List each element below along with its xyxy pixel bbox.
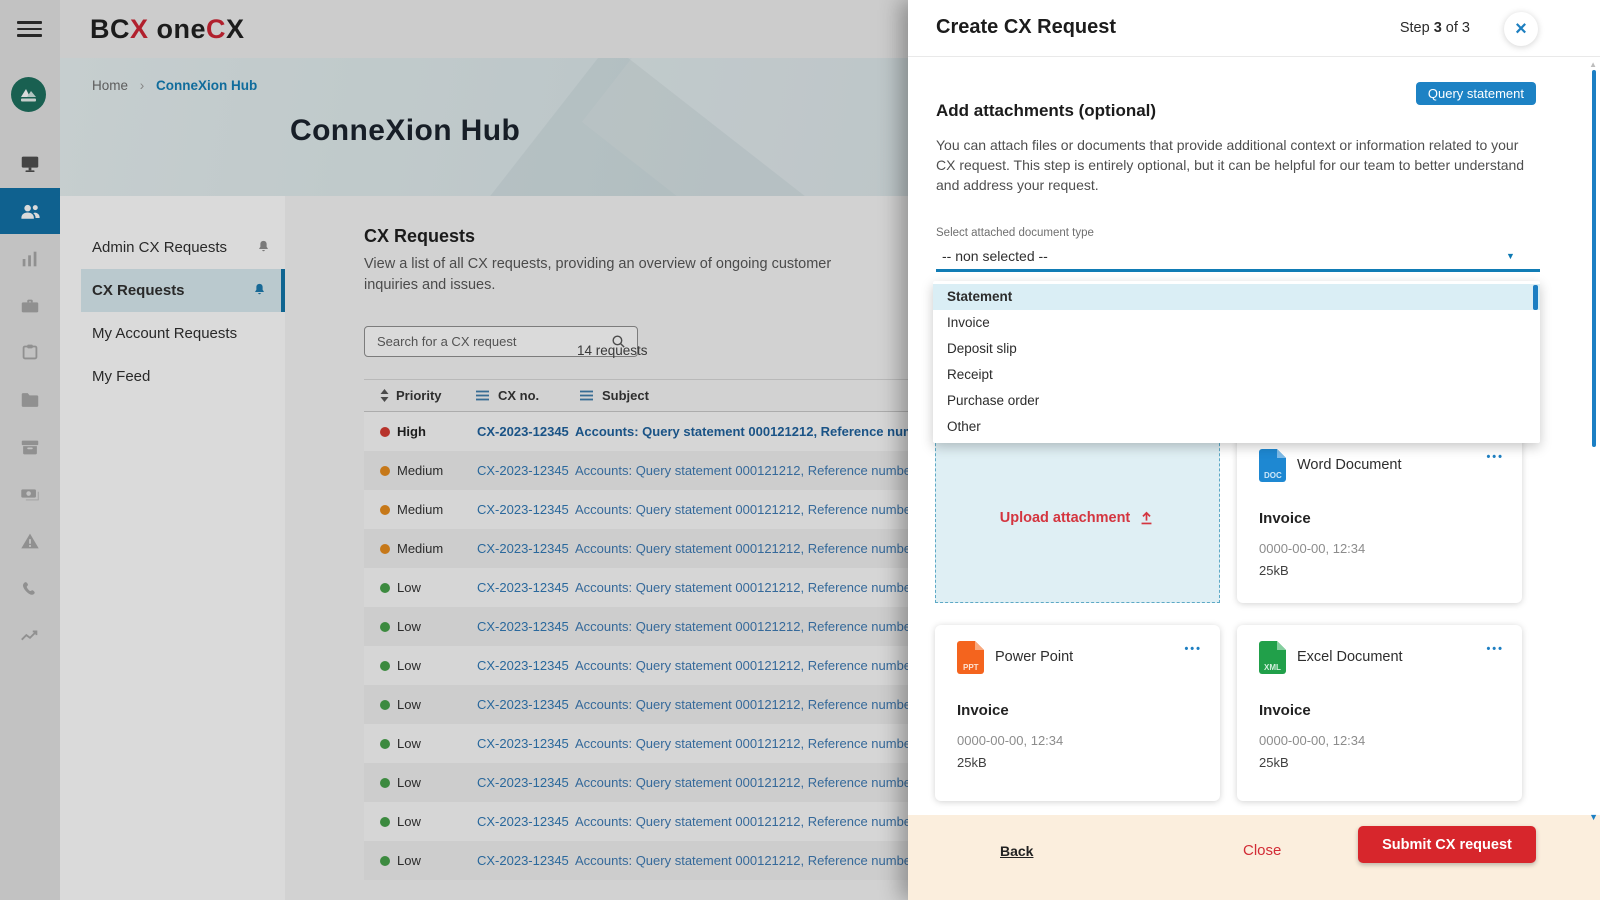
close-drawer-button[interactable]: Close (1243, 842, 1281, 859)
select-underline (936, 269, 1540, 272)
scrollbar-thumb[interactable] (1592, 70, 1596, 447)
attachment-type: Power Point (995, 649, 1073, 665)
attachment-title: Invoice (1259, 510, 1311, 527)
attachment-datetime: 0000-00-00, 12:34 (1259, 541, 1365, 556)
create-cx-request-drawer: Create CX Request Step 3 of 3 × Query st… (908, 0, 1600, 900)
step-indicator: Step 3 of 3 (1400, 20, 1470, 36)
dropdown-option-receipt[interactable]: Receipt (933, 362, 1540, 388)
dropdown-option-statement[interactable]: Statement (933, 284, 1540, 310)
svg-text:DOC: DOC (1264, 471, 1282, 480)
drawer-title: Create CX Request (936, 16, 1116, 39)
attachment-type: Excel Document (1297, 649, 1403, 665)
more-options-icon[interactable]: ••• (1486, 643, 1504, 655)
upload-attachment-dropzone[interactable]: Upload attachment (935, 433, 1220, 603)
attachment-datetime: 0000-00-00, 12:34 (1259, 733, 1365, 748)
attachments-description: You can attach files or documents that p… (936, 135, 1530, 195)
powerpoint-file-icon: PPT (957, 641, 984, 679)
drawer-header: Create CX Request Step 3 of 3 × (908, 0, 1600, 57)
app-window: BCX oneCX Home › ConneXion Hub ConneXion… (0, 0, 1600, 900)
svg-text:XML: XML (1264, 663, 1281, 672)
attachment-card-powerpoint[interactable]: PPT Power Point ••• Invoice 0000-00-00, … (935, 625, 1220, 801)
query-statement-chip[interactable]: Query statement (1416, 82, 1536, 105)
upload-icon (1138, 510, 1155, 527)
attachment-size: 25kB (1259, 563, 1289, 578)
dropdown-option-deposit-slip[interactable]: Deposit slip (933, 336, 1540, 362)
dropdown-option-purchase-order[interactable]: Purchase order (933, 388, 1540, 414)
close-button[interactable]: × (1504, 12, 1538, 46)
attachment-title: Invoice (1259, 702, 1311, 719)
dropdown-option-other[interactable]: Other (933, 414, 1540, 440)
close-icon: × (1515, 18, 1527, 41)
document-type-label: Select attached document type (936, 227, 1094, 239)
document-type-select[interactable]: -- non selected -- (942, 248, 1048, 264)
chevron-down-icon[interactable]: ▼ (1506, 251, 1515, 261)
submit-cx-request-button[interactable]: Submit CX request (1358, 826, 1536, 863)
drawer-footer: Back Close Submit CX request (908, 815, 1600, 900)
excel-file-icon: XML (1259, 641, 1286, 679)
dropdown-scrollbar[interactable] (1533, 285, 1538, 310)
attachment-type: Word Document (1297, 457, 1402, 473)
scrollbar-down-arrow[interactable]: ▼ (1589, 812, 1598, 822)
attachment-size: 25kB (1259, 755, 1289, 770)
attachment-size: 25kB (957, 755, 987, 770)
attachments-heading: Add attachments (optional) (936, 101, 1156, 121)
attachment-title: Invoice (957, 702, 1009, 719)
back-button[interactable]: Back (1000, 843, 1033, 859)
word-file-icon: DOC (1259, 449, 1286, 487)
upload-label: Upload attachment (1000, 510, 1131, 526)
attachment-card-word[interactable]: DOC Word Document ••• Invoice 0000-00-00… (1237, 433, 1522, 603)
modal-scrim (0, 0, 908, 900)
more-options-icon[interactable]: ••• (1486, 451, 1504, 463)
dropdown-option-invoice[interactable]: Invoice (933, 310, 1540, 336)
document-type-dropdown: Statement Invoice Deposit slip Receipt P… (933, 281, 1540, 443)
more-options-icon[interactable]: ••• (1184, 643, 1202, 655)
svg-text:PPT: PPT (963, 663, 979, 672)
attachment-datetime: 0000-00-00, 12:34 (957, 733, 1063, 748)
attachment-card-excel[interactable]: XML Excel Document ••• Invoice 0000-00-0… (1237, 625, 1522, 801)
scrollbar-up-arrow[interactable]: ▲ (1589, 60, 1597, 69)
